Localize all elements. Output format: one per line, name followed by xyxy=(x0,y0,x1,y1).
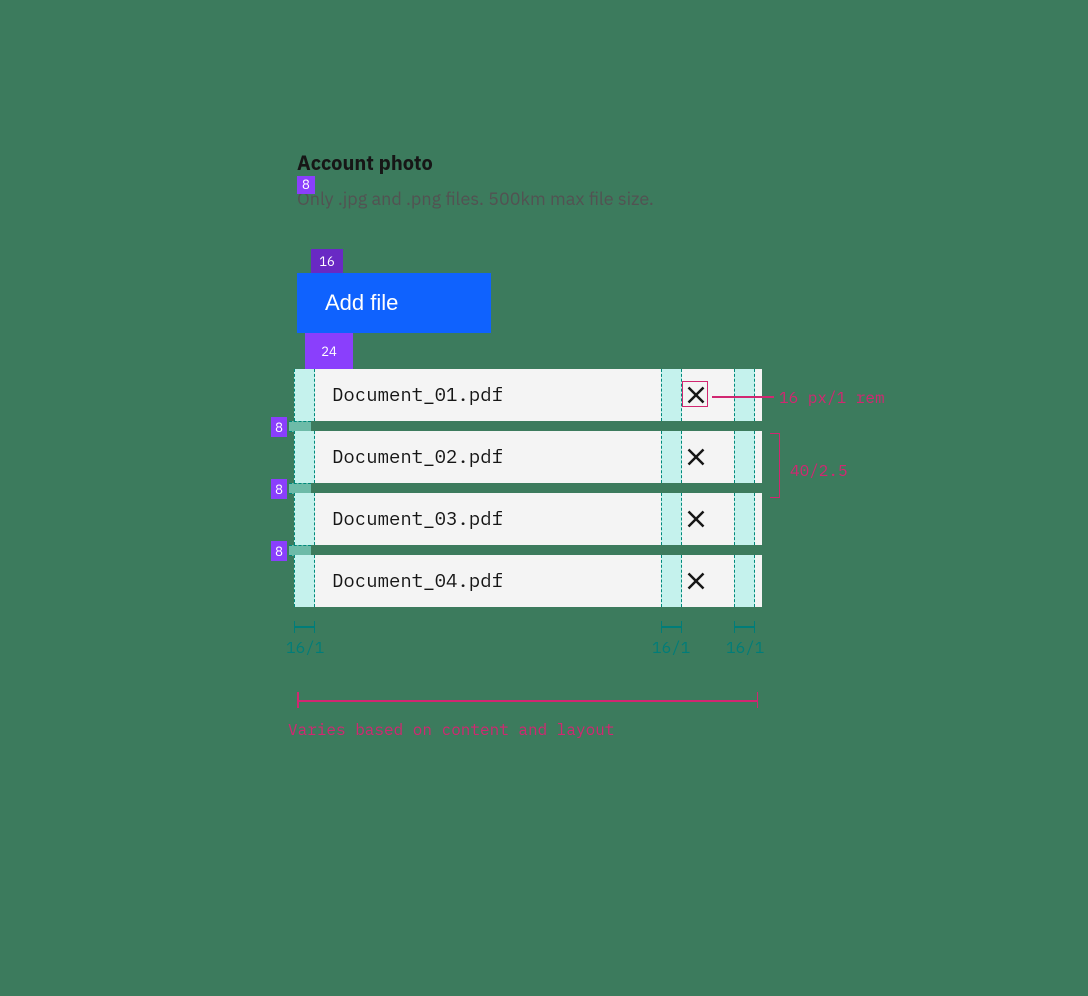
file-name: Document_04.pdf xyxy=(332,569,503,593)
padding-guide xyxy=(294,555,315,607)
file-list: Document_01.pdf 8 Document_02.pdf 8 xyxy=(294,369,762,607)
annotation-width-note: Varies based on content and layout xyxy=(288,720,614,740)
file-row: Document_04.pdf xyxy=(294,555,762,607)
spacing-badge-24: 24 xyxy=(305,333,353,369)
spacing-badge-8: 8 xyxy=(271,541,287,561)
padding-guide xyxy=(734,369,755,421)
dim-label-mid: 16/1 xyxy=(652,638,690,658)
uploader-title: Account photo xyxy=(297,150,797,176)
padding-guide xyxy=(661,493,682,545)
spacing-badge-16: 16 xyxy=(311,249,343,273)
file-row: Document_03.pdf 8 xyxy=(294,493,762,545)
file-name: Document_02.pdf xyxy=(332,445,503,469)
file-row: Document_01.pdf 8 xyxy=(294,369,762,421)
dim-bracket xyxy=(734,621,755,633)
padding-guide xyxy=(661,555,682,607)
add-file-button[interactable]: Add file xyxy=(297,273,491,333)
annotation-row-height: 40/2.5 xyxy=(790,461,848,481)
annotation-width-bracket xyxy=(297,692,758,708)
dim-label-left: 16/1 xyxy=(286,638,324,658)
padding-guide xyxy=(294,493,315,545)
uploader-spec: Account photo 8 Only .jpg and .png files… xyxy=(297,150,797,211)
remove-file-button[interactable] xyxy=(685,384,707,406)
dim-bracket xyxy=(294,621,315,633)
spacing-badge-8: 8 xyxy=(297,176,315,194)
annotation-row-height-bracket xyxy=(770,433,780,498)
uploader-description: Only .jpg and .png files. 500km max file… xyxy=(297,186,657,211)
close-icon xyxy=(686,571,706,591)
padding-guide xyxy=(734,555,755,607)
padding-guide xyxy=(661,431,682,483)
padding-guide xyxy=(294,369,315,421)
file-row: Document_02.pdf 8 xyxy=(294,431,762,483)
dim-bracket xyxy=(661,621,682,633)
spacing-badge-8: 8 xyxy=(271,479,287,499)
close-icon xyxy=(686,509,706,529)
padding-guide xyxy=(734,431,755,483)
padding-guide xyxy=(294,431,315,483)
close-icon xyxy=(686,447,706,467)
file-name: Document_03.pdf xyxy=(332,507,503,531)
remove-file-button[interactable] xyxy=(685,508,707,530)
file-name: Document_01.pdf xyxy=(332,383,503,407)
close-icon xyxy=(686,385,706,405)
spacing-badge-8: 8 xyxy=(271,417,287,437)
dim-label-right: 16/1 xyxy=(726,638,764,658)
padding-guide xyxy=(661,369,682,421)
remove-file-button[interactable] xyxy=(685,446,707,468)
annotation-leader-line xyxy=(712,396,774,398)
padding-guide xyxy=(734,493,755,545)
annotation-close-size: 16 px/1 rem xyxy=(779,388,885,408)
remove-file-button[interactable] xyxy=(685,570,707,592)
